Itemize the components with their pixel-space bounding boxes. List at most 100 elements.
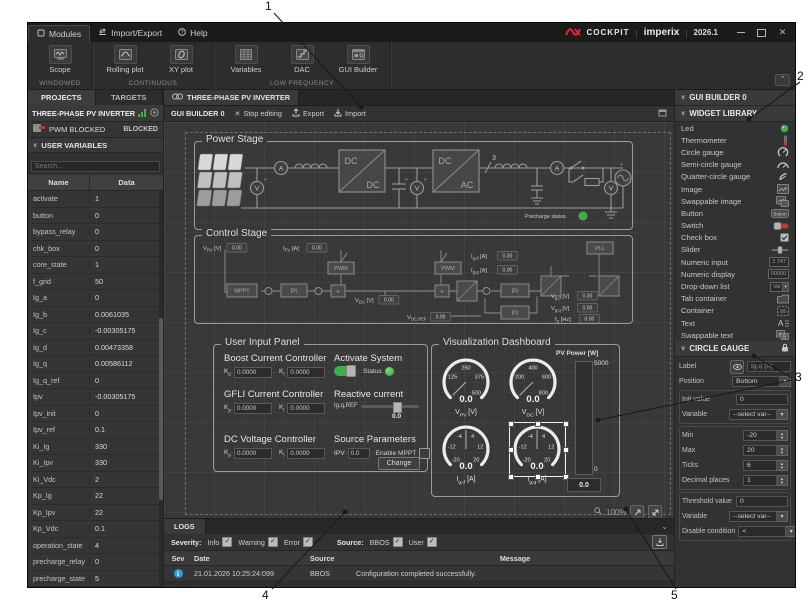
float-panel-icon[interactable] [658,109,667,119]
variable-row[interactable]: Ipv-0.00305175 [28,389,163,406]
variable-row[interactable]: Kp_Vdc0.1 [28,521,163,538]
filter-checkbox[interactable]: ✓ [222,537,232,547]
selection-handle[interactable] [508,421,514,427]
logs-column-sev[interactable]: Sev [164,554,192,563]
variable-row[interactable]: Ig_q_ref0 [28,373,163,390]
kp-input[interactable]: 0.0000 [234,403,272,414]
maximize-button[interactable] [753,26,770,39]
gui-builder-section-header[interactable]: ∨ GUI BUILDER 0 [675,90,795,106]
select-value[interactable]: Bottom [732,376,780,387]
widget-swappable-image[interactable]: Swappable image [675,195,795,207]
filter-checkbox[interactable]: ✓ [268,537,278,547]
collapse-ribbon-button[interactable]: ⌃ [775,74,790,86]
chevron-down-icon[interactable]: ▾ [777,511,788,522]
chevron-down-icon[interactable]: ▾ [780,376,791,387]
slider-knob[interactable] [393,402,402,413]
widget-slider[interactable]: Slider [675,244,795,256]
ribbon-button-variables[interactable]: Variables [218,44,274,79]
widget-container[interactable]: Container [675,305,795,317]
filter-checkbox[interactable]: ✓ [303,537,313,547]
select-value[interactable]: --select var-- [729,409,777,420]
widget-circle-gauge[interactable]: Circle gauge [675,146,795,158]
selection-handle[interactable] [535,474,541,480]
logs-column-source[interactable]: Source [310,554,356,563]
import-button[interactable]: Import [334,108,366,119]
circle-gauge-section-header[interactable]: ∨ CIRCLE GAUGE [675,341,795,357]
ki-input[interactable]: 0.0000 [287,448,325,459]
variable-row[interactable]: Ki_Ig330 [28,439,163,456]
variable-row[interactable]: Kp_Ipv22 [28,505,163,522]
fit-width-button[interactable] [630,505,644,518]
stop-editing-button[interactable]: ✕ Stop editing [235,109,282,118]
user-variables-header[interactable]: ∨ USER VARIABLES [28,138,163,153]
input-value[interactable]: 0 [736,496,788,507]
widget-numeric-display[interactable]: Numeric display00000 [675,268,795,280]
sidebar-tab-targets[interactable]: TARGETS [96,90,164,105]
variable-row[interactable]: Kp_Ig22 [28,488,163,505]
select-value[interactable]: --select var-- [729,511,777,522]
widget-semi-circle-gauge[interactable]: Semi-circle gauge [675,159,795,171]
variable-row[interactable]: Ig_c-0.00305175 [28,323,163,340]
tab-three-phase-pv-inverter[interactable]: THREE-PHASE PV INVERTER [164,90,299,105]
variable-row[interactable]: Ig_d0.00473358 [28,340,163,357]
widget-image[interactable]: Image [675,183,795,195]
column-data[interactable]: Data [90,175,163,190]
gauge-vpv[interactable]: 1252503755000.0 [440,356,492,408]
variable-row[interactable]: chk_box0 [28,241,163,258]
menu-import-export[interactable]: Import/Export [90,23,170,42]
widget-switch[interactable]: Switch [675,220,795,232]
variable-row[interactable]: Ki_Vdc2 [28,472,163,489]
gui-canvas[interactable]: Power Stage V+ADCDC+V+DCAC3AV++Precharge… [164,122,674,518]
variables-search-input[interactable] [31,161,160,172]
variable-row[interactable]: f_grid50 [28,274,163,291]
selection-handle[interactable] [508,474,514,480]
ki-input[interactable]: 0.0000 [287,367,325,378]
variable-row[interactable]: Ig_a0 [28,290,163,307]
variable-row[interactable]: Ig_q0.00586112 [28,356,163,373]
close-button[interactable]: ✕ [774,26,791,39]
input-value[interactable]: -20 [743,430,777,441]
widget-led[interactable]: Led [675,122,795,134]
kp-input[interactable]: 0.0000 [234,367,272,378]
selection-handle[interactable] [563,421,569,427]
stepper-buttons[interactable]: ▲▼ [777,430,788,441]
chevron-down-icon[interactable]: ▾ [777,409,788,420]
selection-handle[interactable] [535,421,541,427]
filter-checkbox[interactable]: ✓ [427,537,437,547]
gauge-vdc[interactable]: 2004006008000.0 [507,356,559,408]
menu-help[interactable]: ?Help [170,23,215,42]
project-header[interactable]: THREE-PHASE PV INVERTER ⋮ [28,105,163,122]
label-input[interactable]: Ig,q [A] [747,361,791,372]
widget-library-header[interactable]: ∨ WIDGET LIBRARY [675,106,795,122]
export-logs-button[interactable] [652,535,667,549]
ribbon-button-dac[interactable]: DAC [274,44,330,79]
widget-check-box[interactable]: Check box [675,232,795,244]
pv-power-bar[interactable] [575,361,593,475]
eye-icon[interactable] [730,360,744,374]
logs-column-message[interactable]: Message [356,554,674,563]
visualization-dashboard-container[interactable]: Visualization Dashboard 1252503755000.0V… [431,344,620,497]
gauge-igd[interactable]: -20-12-4412200.0 [440,423,492,475]
selection-handle[interactable] [563,447,569,453]
input-value[interactable]: 0 [736,394,788,405]
input-value[interactable]: 6 [743,460,777,471]
variable-row[interactable]: operation_state4 [28,538,163,555]
stepper-buttons[interactable]: ▲▼ [777,460,788,471]
select-value[interactable]: < [738,526,786,537]
selection-handle[interactable] [508,447,514,453]
input-value[interactable]: 20 [743,445,777,456]
control-stage-container[interactable]: Control Stage VPV [V]0.00IPV [A]0.00MPPT… [194,235,633,324]
ribbon-button-scope[interactable]: Scope [32,44,88,79]
variable-row[interactable]: core_state1 [28,257,163,274]
widget-drop-down-list[interactable]: Drop-down listVal▾ [675,280,795,292]
power-stage-container[interactable]: Power Stage V+ADCDC+V+DCAC3AV++Precharge… [194,141,633,230]
variable-row[interactable]: Ipv_init0 [28,406,163,423]
ribbon-button-gui-builder[interactable]: GUI Builder [330,44,386,79]
ribbon-button-rolling-plot[interactable]: Rolling plot [97,44,153,79]
ipv-input[interactable]: 0.0 [348,448,370,459]
column-name[interactable]: Name [28,175,90,190]
enable-mppt-checkbox[interactable] [419,448,430,459]
sidebar-tab-projects[interactable]: PROJECTS [28,90,96,105]
log-row[interactable]: i21.01.2026 10:25:24:099BBOSConfiguratio… [164,566,674,582]
widget-tab-container[interactable]: Tab container [675,293,795,305]
